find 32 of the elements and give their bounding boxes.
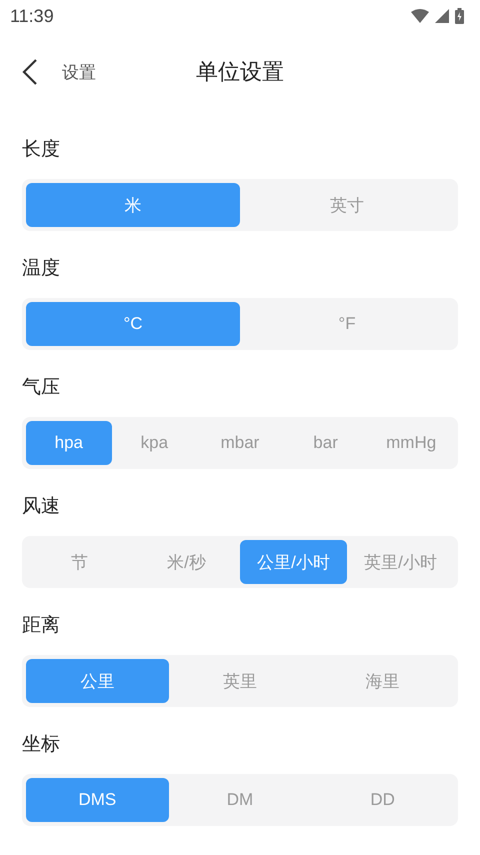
unit-option[interactable]: hpa [26,421,112,465]
section-label: 温度 [22,256,61,281]
section-label: 气压 [22,375,61,400]
unit-option[interactable]: kpa [112,421,198,465]
unit-option[interactable]: °F [240,302,454,346]
page-title: 单位设置 [196,59,284,87]
status-time: 11:39 [10,6,54,26]
unit-option[interactable]: 英寸 [240,183,454,227]
unit-option[interactable]: DD [311,778,454,822]
battery-charging-icon [455,8,464,24]
unit-option[interactable]: bar [282,421,368,465]
signal-icon [435,9,449,23]
back-button[interactable]: 设置 [22,58,96,86]
section-label: 距离 [22,613,61,638]
unit-option[interactable]: DM [168,778,312,822]
unit-option[interactable]: 海里 [311,659,454,703]
back-label[interactable]: 设置 [62,60,96,84]
section-label: 风速 [22,494,61,519]
unit-option[interactable]: DMS [26,778,169,822]
section-label: 长度 [22,137,61,162]
unit-option[interactable]: 米/秒 [133,540,240,584]
unit-option[interactable]: 公里 [26,659,169,703]
section-label: 坐标 [22,732,61,757]
unit-option[interactable]: °C [26,302,240,346]
unit-option[interactable]: 米 [26,183,240,227]
unit-option[interactable]: 公里/小时 [240,540,347,584]
unit-option[interactable]: 英里 [168,659,312,703]
unit-option[interactable]: mbar [197,421,283,465]
wifi-icon [411,9,429,23]
unit-option[interactable]: mmHg [368,421,454,465]
unit-option[interactable]: 英里/小时 [347,540,454,584]
unit-option[interactable]: 节 [26,540,133,584]
